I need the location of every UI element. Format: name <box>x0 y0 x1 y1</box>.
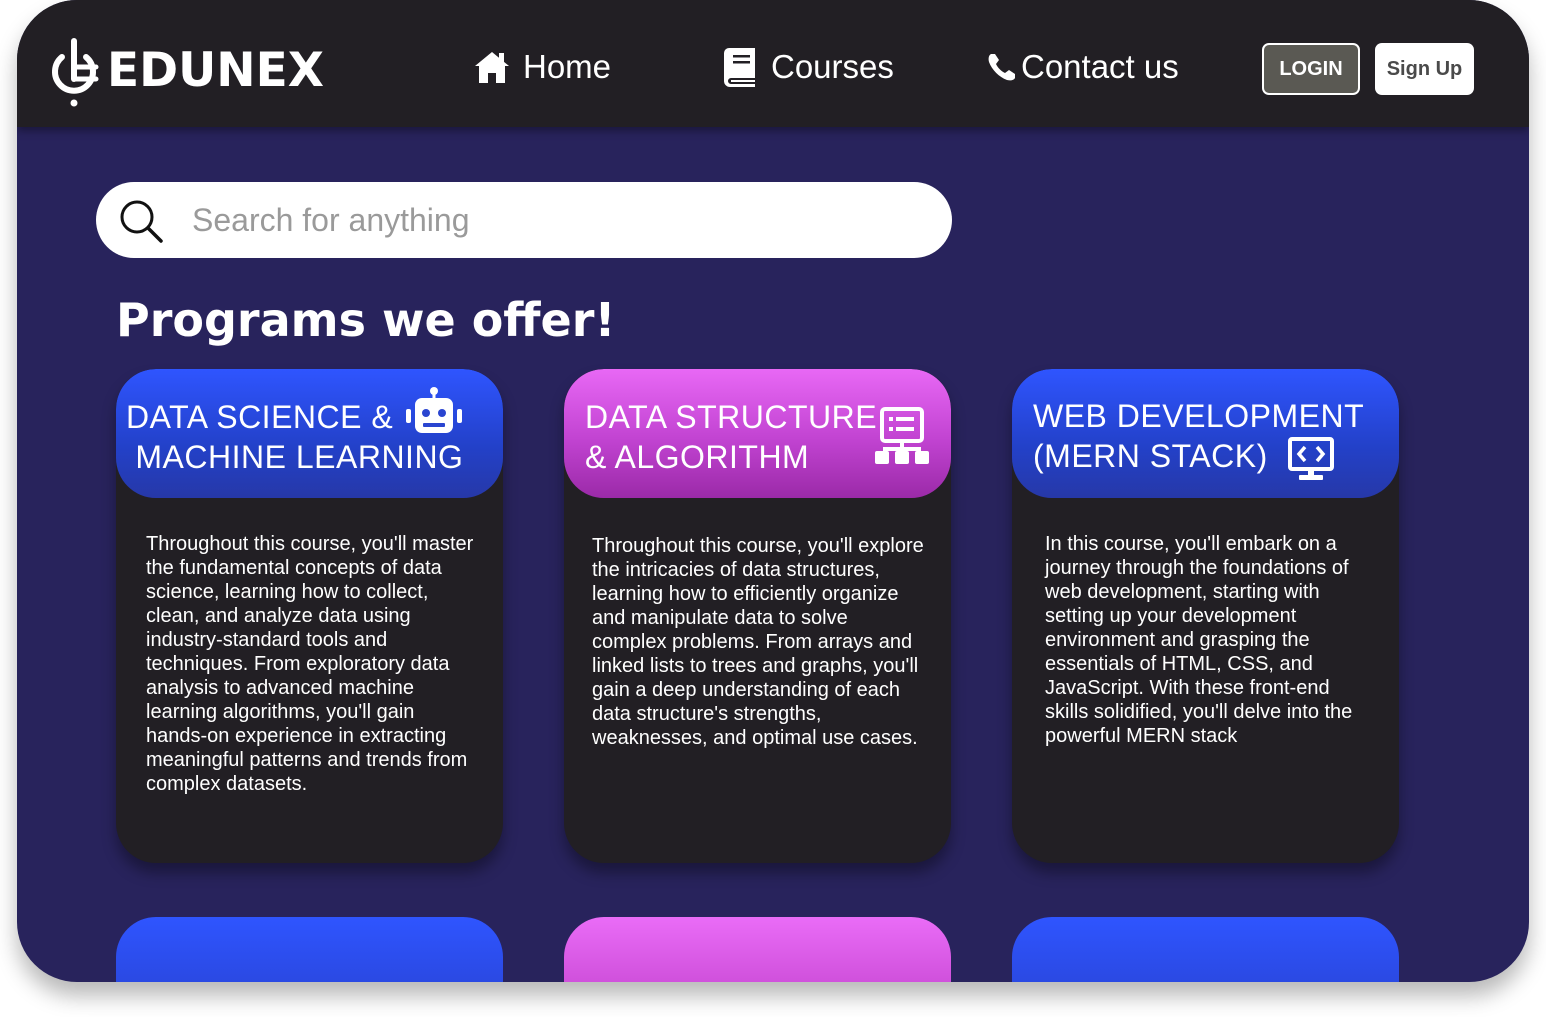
search-icon <box>120 200 163 243</box>
nav-courses[interactable]: Courses <box>723 44 894 90</box>
login-button[interactable]: LOGIN <box>1262 43 1360 95</box>
power-logo-icon <box>52 38 99 107</box>
program-card[interactable]: WEB DEVELOPMENT (MERN STACK) In this cou… <box>1012 369 1399 863</box>
code-monitor-icon <box>1288 437 1334 480</box>
home-icon <box>475 52 509 83</box>
search-input[interactable] <box>192 182 912 258</box>
card-description: Throughout this course, you'll master th… <box>146 533 474 795</box>
signup-button[interactable]: Sign Up <box>1375 43 1474 95</box>
robot-icon <box>406 387 462 433</box>
phone-icon <box>988 54 1015 81</box>
data-structure-icon <box>875 407 929 464</box>
nav-contact-label: Contact us <box>1021 48 1179 85</box>
program-card[interactable]: DATA STRUCTURE & ALGORITHM Throughout th… <box>564 369 951 863</box>
book-icon <box>724 48 755 87</box>
program-card[interactable]: DATA SCIENCE & MACHINE LEARNING Througho… <box>116 369 503 863</box>
app-window: EDUNEX Home Courses Contact us LOGIN Sig… <box>17 0 1529 982</box>
program-card-peek[interactable] <box>116 917 503 982</box>
card-description: In this course, you'll embark on a journ… <box>1045 533 1353 747</box>
navbar: EDUNEX Home Courses Contact us LOGIN Sig… <box>17 0 1529 127</box>
nav-home[interactable]: Home <box>473 44 611 90</box>
nav-contact[interactable]: Contact us <box>987 44 1179 90</box>
search-bar[interactable] <box>96 182 952 258</box>
program-card-peek[interactable] <box>564 917 951 982</box>
nav-courses-label: Courses <box>771 48 894 85</box>
card-title: DATA STRUCTURE & ALGORITHM <box>585 399 878 475</box>
card-description: Throughout this course, you'll explore t… <box>592 535 924 749</box>
program-card-peek[interactable] <box>1012 917 1399 982</box>
brand-logo[interactable]: EDUNEX <box>47 36 324 108</box>
nav-home-label: Home <box>523 48 612 85</box>
section-title: Programs we offer! <box>116 293 616 347</box>
brand-name: EDUNEX <box>107 42 324 98</box>
